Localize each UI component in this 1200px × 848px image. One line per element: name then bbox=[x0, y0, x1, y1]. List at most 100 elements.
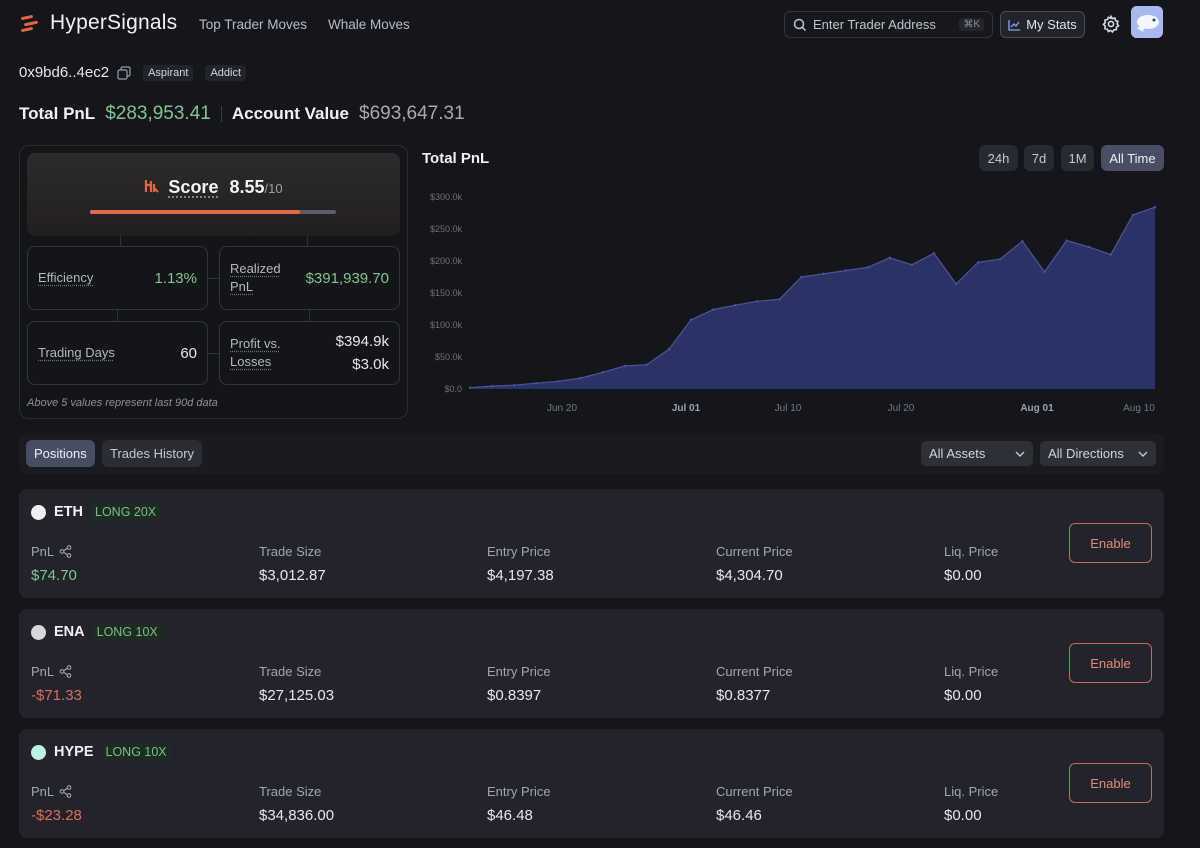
connector bbox=[207, 353, 219, 354]
connector bbox=[309, 310, 310, 321]
field-label-text: Entry Price bbox=[487, 544, 551, 559]
copy-icon[interactable] bbox=[117, 65, 131, 80]
realized-label-line1: Realized bbox=[230, 261, 281, 276]
field-value-entry: $0.8397 bbox=[487, 687, 542, 704]
position-card: HYPE LONG 10X PnL -$23.28 Trade Size $34,836.… bbox=[19, 729, 1164, 838]
score-footnote: Above 5 values represent last 90d data bbox=[27, 397, 218, 409]
gear-icon[interactable] bbox=[1101, 14, 1121, 34]
y-tick-label: $50.0k bbox=[435, 352, 463, 362]
position-field-current: Current Price $0.8377 bbox=[716, 664, 793, 704]
search-icon bbox=[793, 18, 807, 31]
field-label: Liq. Price bbox=[944, 664, 998, 679]
field-label-text: Entry Price bbox=[487, 784, 551, 799]
field-label: Current Price bbox=[716, 664, 793, 679]
x-tick-label: Aug 01 bbox=[1020, 403, 1054, 414]
data-point bbox=[1153, 206, 1157, 209]
data-point bbox=[645, 363, 648, 366]
score-denominator: /10 bbox=[264, 181, 283, 196]
efficiency-label: Efficiency bbox=[38, 270, 94, 285]
data-point bbox=[822, 272, 825, 275]
data-point bbox=[999, 257, 1002, 261]
position-card: ENA LONG 10X PnL -$71.33 Trade Size $27,125.0… bbox=[19, 609, 1164, 718]
position-field-liq: Liq. Price $0.00 bbox=[944, 664, 998, 704]
pnl-area-series bbox=[470, 207, 1155, 389]
brand-logo[interactable]: HyperSignals bbox=[20, 11, 177, 35]
field-label-text: Current Price bbox=[716, 664, 793, 679]
share-icon[interactable] bbox=[59, 785, 72, 798]
range-7d-button[interactable]: 7d bbox=[1024, 145, 1054, 171]
enable-copy-button[interactable]: Enable bbox=[1069, 763, 1152, 803]
profit-vs-losses-label: Profit vs. Losses bbox=[230, 335, 281, 371]
trader-address-input[interactable] bbox=[813, 17, 953, 32]
realized-label-line2: PnL bbox=[230, 279, 254, 294]
field-label-text: Trade Size bbox=[259, 544, 322, 559]
range-all-time-button[interactable]: All Time bbox=[1101, 145, 1164, 171]
assets-filter-select[interactable]: All Assets bbox=[921, 441, 1033, 466]
share-icon[interactable] bbox=[59, 545, 72, 558]
field-label-text: Trade Size bbox=[259, 664, 322, 679]
tab-trades-history[interactable]: Trades History bbox=[102, 440, 203, 467]
x-tick-label: Jun 20 bbox=[547, 403, 577, 414]
data-point bbox=[756, 300, 759, 303]
field-label-text: PnL bbox=[31, 544, 55, 559]
score-logo-icon bbox=[145, 180, 160, 193]
position-side: LONG 10X bbox=[92, 623, 162, 641]
data-point bbox=[910, 263, 914, 267]
data-point bbox=[512, 383, 516, 387]
data-point bbox=[535, 382, 538, 385]
connector bbox=[117, 310, 118, 321]
chevron-down-icon bbox=[1138, 451, 1148, 457]
my-stats-button[interactable]: My Stats bbox=[1000, 11, 1085, 38]
pvl-label-line1: Profit vs. bbox=[230, 336, 281, 351]
data-point bbox=[557, 380, 560, 383]
directions-filter-select[interactable]: All Directions bbox=[1040, 441, 1156, 466]
data-point bbox=[1065, 239, 1068, 242]
field-value-current: $0.8377 bbox=[716, 687, 771, 704]
field-label: PnL bbox=[31, 544, 77, 559]
data-point bbox=[954, 282, 958, 286]
y-tick-label: $200.0k bbox=[430, 256, 463, 266]
position-field-pnl: PnL $74.70 bbox=[31, 544, 77, 584]
trader-address: 0x9bd6..4ec2 bbox=[19, 64, 110, 81]
data-point bbox=[601, 371, 604, 374]
divider bbox=[220, 106, 222, 122]
data-point bbox=[1109, 253, 1113, 256]
nav-top-trader-moves[interactable]: Top Trader Moves bbox=[199, 17, 307, 32]
total-pnl-value: $283,953.41 bbox=[105, 103, 211, 124]
y-tick-label: $100.0k bbox=[430, 320, 463, 330]
field-label-text: Current Price bbox=[716, 784, 793, 799]
data-point bbox=[888, 256, 892, 259]
data-point bbox=[667, 348, 671, 351]
field-value-liq: $0.00 bbox=[944, 807, 982, 824]
logo-icon bbox=[21, 15, 38, 32]
field-label-text: PnL bbox=[31, 664, 55, 679]
tab-positions[interactable]: Positions bbox=[26, 440, 95, 467]
field-label: Trade Size bbox=[259, 664, 334, 679]
efficiency-value: 1.13% bbox=[154, 269, 197, 287]
coin-icon bbox=[31, 744, 46, 760]
my-stats-label: My Stats bbox=[1026, 17, 1077, 32]
position-asset: ETH bbox=[54, 504, 83, 520]
score-value: 8.55 bbox=[229, 177, 265, 197]
share-icon[interactable] bbox=[59, 665, 72, 678]
position-field-size: Trade Size $27,125.03 bbox=[259, 664, 334, 704]
position-header: HYPE LONG 10X bbox=[31, 743, 171, 761]
enable-copy-button[interactable]: Enable bbox=[1069, 523, 1152, 563]
trading-days-label: Trading Days bbox=[38, 345, 115, 360]
total-pnl-label: Total PnL bbox=[19, 104, 96, 123]
range-24h-button[interactable]: 24h bbox=[979, 145, 1018, 171]
field-value-size: $3,012.87 bbox=[259, 567, 326, 584]
nav-whale-moves[interactable]: Whale Moves bbox=[328, 17, 410, 32]
y-tick-label: $150.0k bbox=[430, 288, 463, 298]
enable-copy-button[interactable]: Enable bbox=[1069, 643, 1152, 683]
trading-days-box: Trading Days 60 bbox=[27, 321, 208, 385]
field-label: Liq. Price bbox=[944, 544, 998, 559]
trader-search[interactable]: ⌘K bbox=[784, 11, 993, 38]
range-1m-button[interactable]: 1M bbox=[1061, 145, 1094, 171]
position-field-entry: Entry Price $4,197.38 bbox=[487, 544, 554, 584]
position-field-liq: Liq. Price $0.00 bbox=[944, 544, 998, 584]
data-point bbox=[579, 376, 582, 380]
user-avatar[interactable] bbox=[1131, 6, 1163, 38]
data-point bbox=[844, 269, 847, 272]
y-tick-label: $300.0k bbox=[430, 192, 463, 202]
